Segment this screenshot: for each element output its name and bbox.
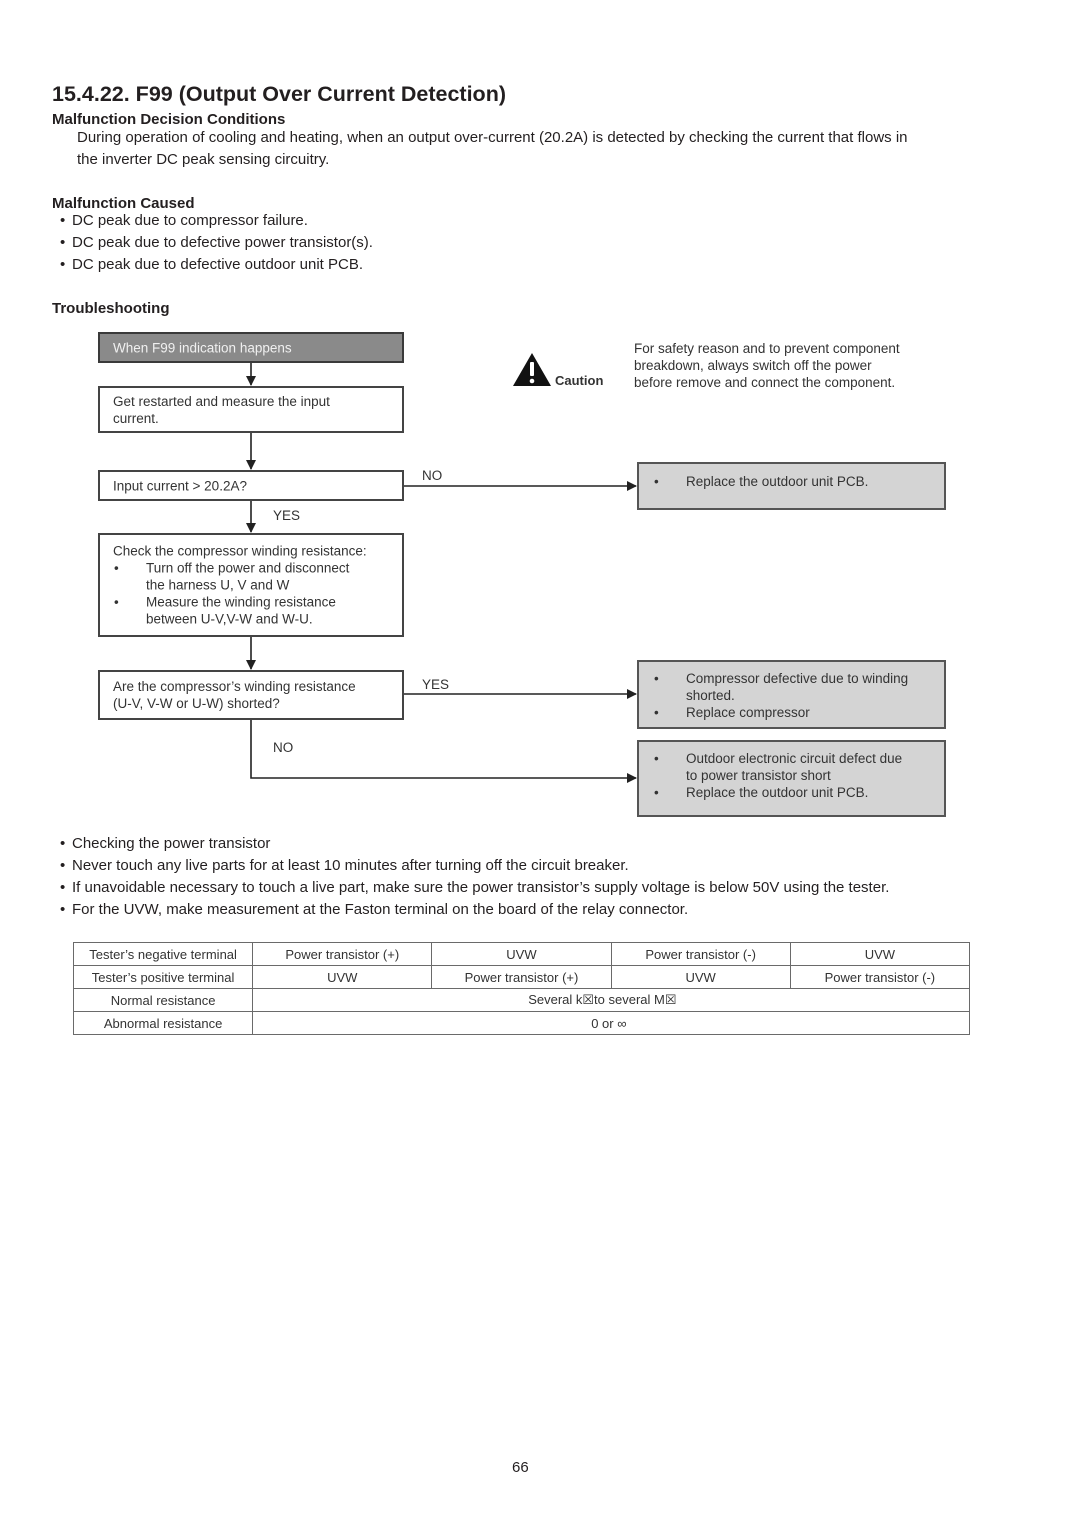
- table-cell: UVW: [431, 942, 612, 966]
- flow-result-replace-compressor: Compressor defective due to windingshort…: [637, 660, 946, 729]
- decision-conditions-text: During operation of cooling and heating,…: [77, 127, 908, 171]
- table-row: Abnormal resistance 0 or ∞: [72, 1011, 970, 1035]
- decision-conditions-line-2: the inverter DC peak sensing circuitry.: [77, 151, 330, 168]
- table-row: Tester’s positive terminal UVW Power tra…: [72, 965, 971, 989]
- table-row: Tester’s negative terminal Power transis…: [72, 942, 971, 966]
- list-item: • Checking the power transistor: [60, 835, 271, 852]
- list-item: • DC peak due to defective outdoor unit P…: [60, 256, 364, 273]
- list-item: • Never touch any live parts for at least…: [60, 857, 629, 874]
- decision2-yes-label: YES: [422, 677, 450, 692]
- row-label: Tester’s positive terminal: [72, 965, 254, 989]
- list-item: • DC peak due to compressor failure.: [60, 212, 308, 229]
- decision1-yes-label: YES: [273, 508, 301, 523]
- table-cell: Power transistor (+): [252, 942, 433, 966]
- list-item: Outdoor electronic circuit defect dueto …: [653, 750, 938, 784]
- troubleshooting-heading: Troubleshooting: [52, 300, 170, 317]
- row-label: Abnormal resistance: [72, 1011, 254, 1035]
- flow-result-replace-pcb: Replace the outdoor unit PCB.: [637, 462, 946, 510]
- power-transistor-notes: • Checking the power transistor • Never to…: [60, 833, 889, 921]
- decision-conditions-heading: Malfunction Decision Conditions: [52, 111, 286, 128]
- abnormal-resistance-value: 0 or ∞: [252, 1011, 970, 1035]
- list-item: • If unavoidable necessary to touch a liv…: [60, 879, 890, 896]
- flow-step-measure-current: Get restarted and measure the input curr…: [98, 386, 404, 433]
- row-label: Tester’s negative terminal: [72, 942, 254, 966]
- list-item: Compressor defective due to windingshort…: [653, 670, 938, 704]
- list-item: Replace compressor: [653, 704, 938, 721]
- flow-decision-input-current: Input current > 20.2A?: [98, 470, 404, 501]
- table-cell: UVW: [252, 965, 433, 989]
- warning-triangle-icon: [513, 353, 551, 386]
- flow-result-power-transistor-short: Outdoor electronic circuit defect dueto …: [637, 740, 946, 817]
- row-label: Normal resistance: [72, 988, 254, 1012]
- list-item: Replace the outdoor unit PCB.: [653, 784, 938, 801]
- resistance-table: Tester’s negative terminal Power transis…: [72, 942, 971, 1035]
- list-item: • For the UVW, make measurement at the Fa…: [60, 901, 689, 918]
- page-number: 66: [512, 1459, 529, 1476]
- flow-decision-winding-shorted: Are the compressor’s winding resistance …: [98, 670, 404, 720]
- caution-text: For safety reason and to prevent compone…: [634, 341, 900, 390]
- list-item: Measure the winding resistancebetween U-…: [113, 594, 396, 628]
- malfunction-caused-list: • DC peak due to compressor failure. • DC …: [60, 210, 373, 276]
- list-item: • DC peak due to defective power transist…: [60, 234, 373, 251]
- flow-start-box: When F99 indication happens: [98, 332, 404, 363]
- table-cell: Power transistor (-): [610, 942, 791, 966]
- flow-step-check-winding: Check the compressor winding resistance:…: [98, 533, 404, 637]
- list-item: Turn off the power and disconnectthe har…: [113, 560, 396, 594]
- table-row: Normal resistance Several k☒to several M…: [72, 988, 970, 1012]
- table-cell: Power transistor (-): [789, 965, 971, 989]
- table-cell: Power transistor (+): [431, 965, 612, 989]
- table-cell: UVW: [789, 942, 971, 966]
- decision1-no-label: NO: [422, 468, 443, 483]
- decision-conditions-line-1: During operation of cooling and heating,…: [77, 129, 908, 146]
- arrow-decision2-no: [250, 720, 637, 783]
- list-item: Replace the outdoor unit PCB.: [653, 473, 938, 490]
- normal-resistance-value: Several k☒to several M☒: [252, 988, 970, 1012]
- table-cell: UVW: [610, 965, 791, 989]
- decision2-no-label: NO: [273, 740, 294, 755]
- caution-label: Caution: [555, 373, 604, 388]
- page-title: 15.4.22. F99 (Output Over Current Detect…: [52, 82, 506, 106]
